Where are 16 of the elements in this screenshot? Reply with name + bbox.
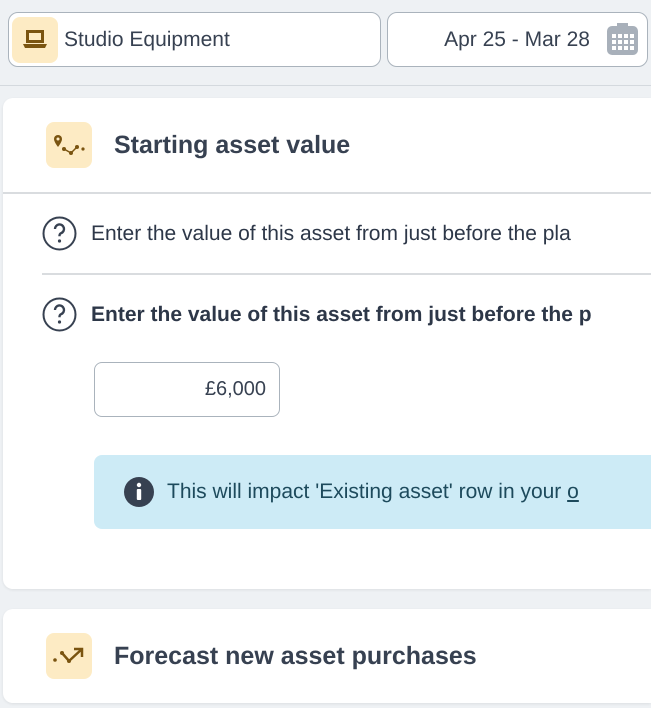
date-range-picker[interactable]: Apr 25 - Mar 28 xyxy=(386,12,648,67)
question-text: Enter the value of this asset from just before the pla xyxy=(91,222,571,246)
calendar-icon xyxy=(606,23,639,56)
help-icon[interactable] xyxy=(42,297,77,332)
asset-selector[interactable]: Studio Equipment xyxy=(8,12,381,67)
section-title: Starting asset value xyxy=(114,130,350,160)
route-icon xyxy=(53,134,85,156)
info-link[interactable]: o xyxy=(567,480,579,503)
desk-icon xyxy=(23,30,47,50)
value-input[interactable]: £6,000 xyxy=(94,362,280,417)
help-icon[interactable] xyxy=(42,216,77,251)
info-text: This will impact 'Existing asset' row in your o xyxy=(167,480,579,504)
question-text: Enter the value of this asset from just before the p xyxy=(91,302,592,326)
trend-arrow-icon xyxy=(53,646,85,666)
info-icon xyxy=(123,476,155,508)
section-title: Forecast new asset purchases xyxy=(114,642,477,670)
